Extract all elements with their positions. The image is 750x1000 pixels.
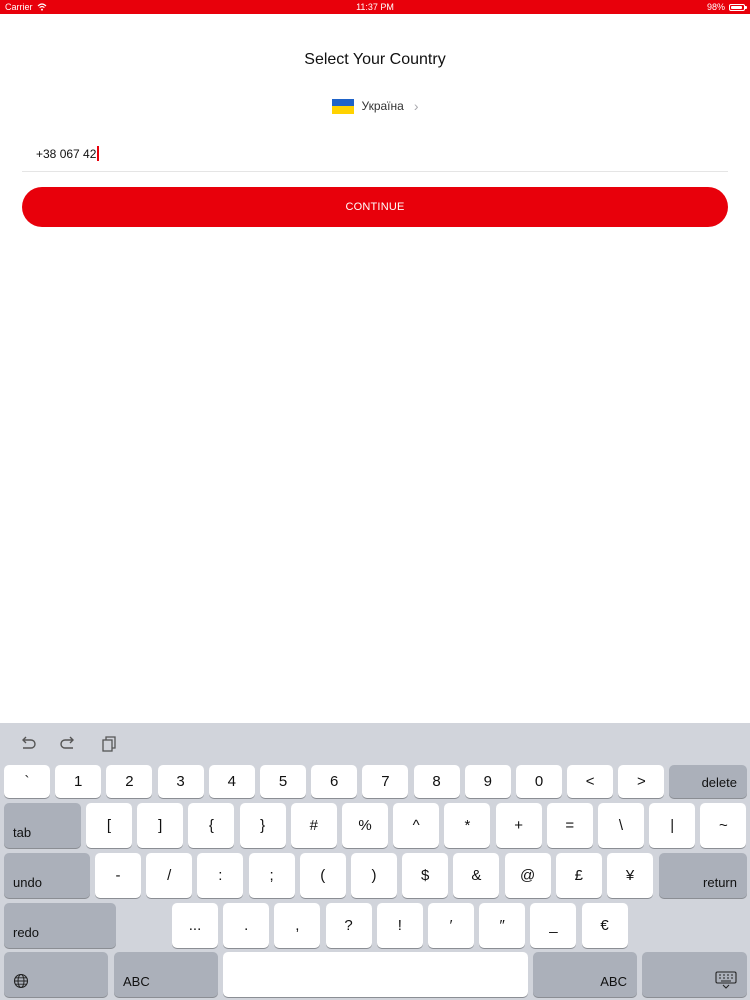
undo-icon[interactable] <box>18 735 38 753</box>
key[interactable]: ... <box>172 903 218 948</box>
key[interactable]: _ <box>530 903 577 948</box>
key[interactable]: ] <box>137 803 184 848</box>
keyboard: ` 1 2 3 4 5 6 7 8 9 0 < > delete tab[]{} #% ^ * + = \ | ~ undo -… <box>0 723 750 1000</box>
key[interactable]: ` <box>4 765 50 798</box>
key[interactable]: 2 <box>106 765 153 798</box>
keyboard-dismiss-key[interactable] <box>642 952 747 997</box>
key[interactable]: ! <box>376 903 423 948</box>
key[interactable]: 6 <box>311 765 358 798</box>
status-time: 11:37 PM <box>356 2 394 12</box>
key[interactable]: ″ <box>479 903 526 948</box>
delete-key[interactable]: delete <box>669 765 747 798</box>
key[interactable]: % <box>342 803 388 848</box>
keyboard-dismiss-icon <box>715 971 737 989</box>
key[interactable]: * <box>444 803 491 848</box>
key[interactable]: £ <box>555 853 602 898</box>
battery-icon <box>729 3 747 11</box>
key[interactable]: | <box>649 803 696 848</box>
key[interactable]: ′ <box>428 903 474 948</box>
battery-indicator: 98% <box>706 2 747 12</box>
return-key[interactable]: return <box>659 853 747 898</box>
key[interactable]: > <box>618 765 665 798</box>
key[interactable]: ^ <box>393 803 440 848</box>
key[interactable]: ¥ <box>607 853 653 898</box>
key[interactable]: / <box>146 853 193 898</box>
key[interactable]: . <box>223 903 270 948</box>
key[interactable]: ~ <box>700 803 747 848</box>
country-selector[interactable]: Україна › <box>0 97 750 115</box>
key[interactable]: $ <box>402 853 449 898</box>
space-key[interactable] <box>223 952 528 997</box>
battery-percent: 98% <box>706 2 725 12</box>
text-cursor <box>97 146 99 161</box>
key[interactable]: < <box>567 765 614 798</box>
key[interactable]: # <box>290 803 337 848</box>
key[interactable]: € <box>581 903 628 948</box>
key[interactable]: ? <box>325 903 372 948</box>
key[interactable]: + <box>495 803 542 848</box>
key[interactable]: & <box>453 853 500 898</box>
key[interactable]: 7 <box>362 765 409 798</box>
key[interactable]: 8 <box>413 765 460 798</box>
key[interactable]: } <box>239 803 286 848</box>
abc-key-left[interactable]: ABC <box>114 952 218 997</box>
key[interactable]: ( <box>299 853 346 898</box>
key[interactable]: = <box>546 803 593 848</box>
key[interactable]: ; <box>248 853 295 898</box>
phone-number-value: +38 067 42 <box>36 146 97 161</box>
abc-key-right[interactable]: ABC <box>533 952 637 997</box>
key[interactable]: 0 <box>516 765 562 798</box>
phone-number-input[interactable]: +38 067 42 <box>36 146 99 161</box>
page-title: Select Your Country <box>304 51 446 68</box>
undo-key[interactable]: undo <box>4 853 90 898</box>
key[interactable]: { <box>188 803 235 848</box>
globe-icon <box>13 973 29 989</box>
keyboard-toolbar <box>18 735 118 753</box>
tab-key[interactable]: tab <box>4 803 81 848</box>
key[interactable]: , <box>274 903 321 948</box>
key[interactable]: : <box>197 853 244 898</box>
key[interactable]: 3 <box>157 765 204 798</box>
globe-key[interactable] <box>4 952 108 997</box>
key[interactable]: @ <box>504 853 551 898</box>
key[interactable]: 9 <box>464 765 511 798</box>
key[interactable]: [ <box>86 803 132 848</box>
key[interactable]: 1 <box>55 765 102 798</box>
key[interactable]: - <box>95 853 141 898</box>
input-divider <box>22 171 728 172</box>
continue-label: CONTINUE <box>345 201 405 213</box>
redo-icon[interactable] <box>58 735 78 753</box>
continue-button[interactable]: CONTINUE <box>22 187 728 227</box>
ukraine-flag-icon <box>331 98 354 114</box>
country-name: Україна <box>361 99 404 113</box>
chevron-right-icon: › <box>413 98 419 114</box>
redo-key[interactable]: redo <box>4 903 116 948</box>
key[interactable]: 5 <box>260 765 306 798</box>
key[interactable]: 4 <box>208 765 255 798</box>
status-bar: Carrier 11:37 PM 98% <box>0 0 750 14</box>
paste-icon[interactable] <box>98 735 118 753</box>
key[interactable]: ) <box>351 853 397 898</box>
key[interactable]: \ <box>598 803 644 848</box>
